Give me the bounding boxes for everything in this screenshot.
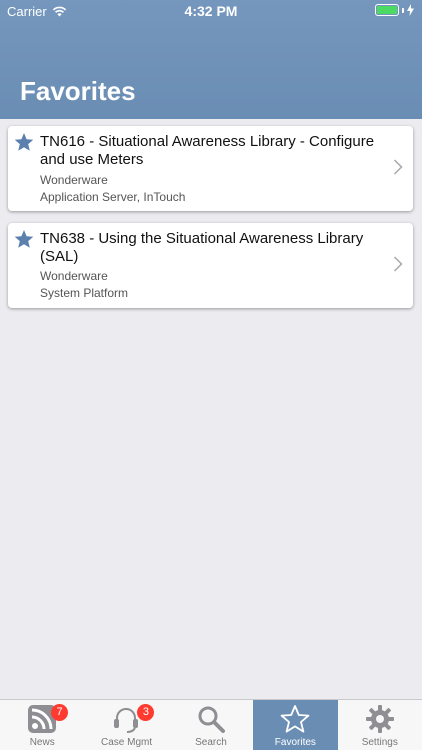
tab-search[interactable]: Search [169, 700, 253, 750]
battery-icon [375, 4, 399, 16]
favorite-title: TN616 - Situational Awareness Library - … [40, 133, 375, 168]
favorite-item[interactable]: TN616 - Situational Awareness Library - … [8, 126, 413, 211]
favorite-title: TN638 - Using the Situational Awareness … [40, 230, 364, 265]
star-icon [280, 705, 310, 733]
tab-favorites[interactable]: Favorites [253, 700, 338, 750]
tab-label: Case Mgmt [101, 737, 153, 748]
tab-label: Search [195, 737, 227, 748]
search-icon [198, 706, 225, 733]
chevron-right-icon [393, 256, 403, 272]
tab-news[interactable]: 7 News [0, 700, 84, 750]
favorite-vendor: Wonderware [40, 269, 108, 283]
chevron-right-icon [393, 159, 403, 175]
favorite-products: System Platform [40, 286, 129, 300]
news-badge: 7 [51, 704, 68, 721]
favorite-star-icon[interactable] [14, 229, 34, 249]
favorite-item[interactable]: TN638 - Using the Situational Awareness … [8, 223, 413, 308]
tab-label: Favorites [274, 737, 316, 748]
status-bar: Carrier 4:32 PM [0, 0, 422, 22]
case-mgmt-badge: 3 [137, 704, 155, 721]
battery-indicator [375, 4, 414, 16]
tab-label: Settings [361, 737, 398, 748]
favorite-star-icon[interactable] [14, 132, 34, 152]
charging-bolt-icon [407, 4, 414, 16]
gear-icon [365, 705, 394, 733]
tab-case-mgmt[interactable]: 3 Case Mgmt [84, 700, 168, 750]
tab-settings[interactable]: Settings [338, 700, 422, 750]
favorite-products: Application Server, InTouch [40, 190, 186, 204]
header-bar: Carrier 4:32 PM Favorites [0, 0, 422, 119]
favorite-vendor: Wonderware [40, 173, 108, 187]
tab-label: News [29, 737, 55, 748]
favorites-list: TN616 - Situational Awareness Library - … [8, 126, 413, 320]
page-title: Favorites [20, 76, 136, 106]
tab-bar: 7 News 3 Case Mgmt Search Favorites Sett… [0, 699, 422, 750]
status-time: 4:32 PM [184, 3, 238, 19]
